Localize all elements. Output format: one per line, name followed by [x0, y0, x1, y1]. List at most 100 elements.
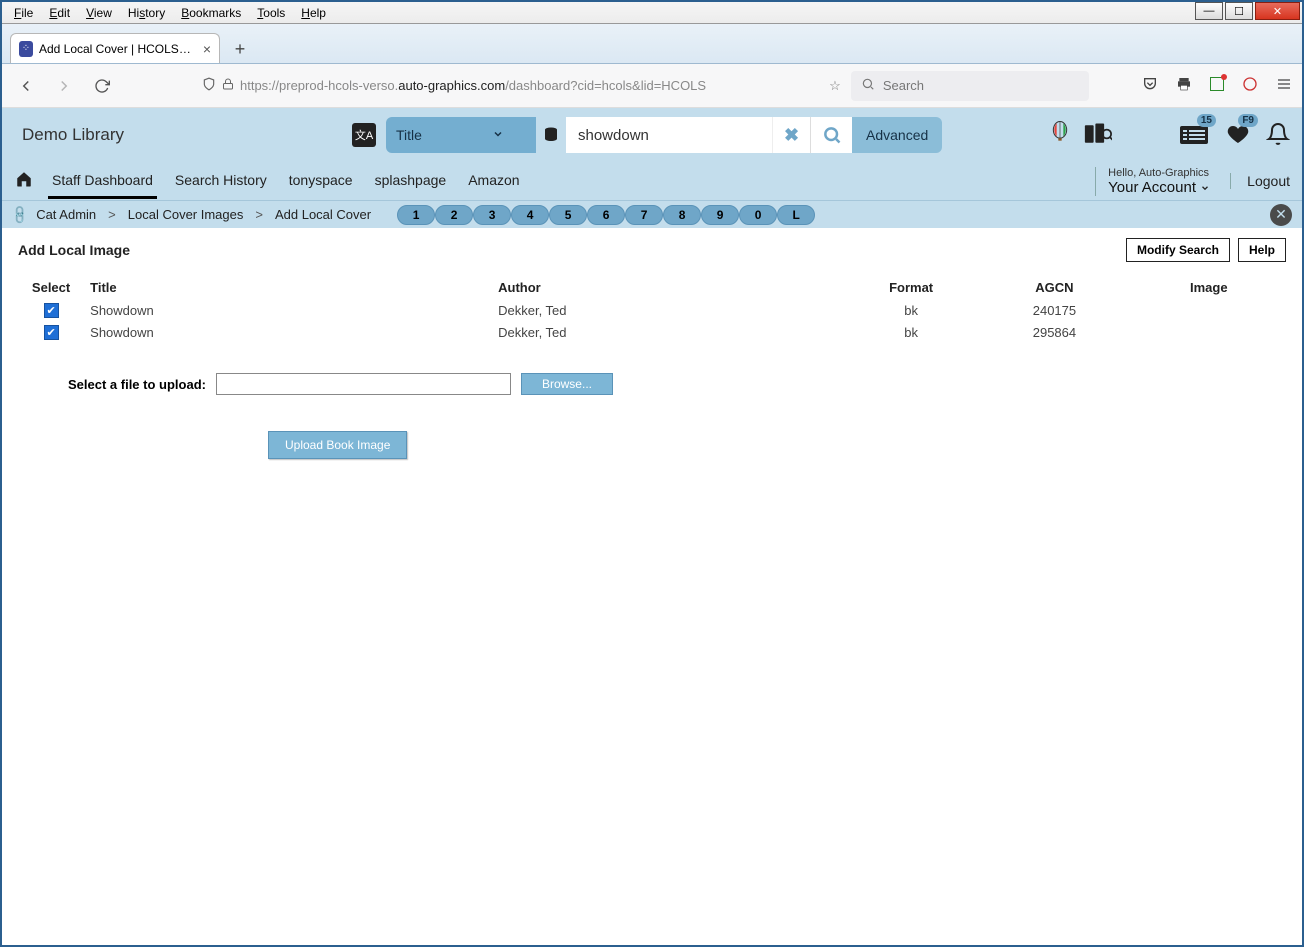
resources-icon[interactable]	[1084, 121, 1112, 150]
nav-amazon[interactable]: Amazon	[464, 164, 523, 199]
extension-icon-2[interactable]	[1242, 76, 1258, 95]
cell-format: bk	[845, 299, 977, 321]
search-icon	[861, 77, 875, 94]
search-field-label: Title	[396, 127, 422, 143]
address-bar[interactable]: https://preprod-hcols-verso.auto-graphic…	[196, 71, 776, 101]
forward-button[interactable]	[50, 72, 78, 100]
content-header: Add Local Image Modify Search Help	[18, 238, 1286, 262]
results-table: Select Title Author Format AGCN Image ✔ …	[18, 276, 1286, 343]
menu-history[interactable]: History	[120, 4, 173, 22]
bell-icon[interactable]	[1266, 121, 1290, 150]
window-close-button[interactable]: ✕	[1255, 2, 1300, 20]
crumb-cat-admin[interactable]: Cat Admin	[36, 207, 96, 222]
logout-link[interactable]: Logout	[1230, 173, 1290, 189]
page-3[interactable]: 3	[473, 205, 511, 225]
modify-search-button[interactable]: Modify Search	[1126, 238, 1230, 262]
advanced-search-button[interactable]: Advanced	[852, 117, 942, 153]
page-8[interactable]: 8	[663, 205, 701, 225]
menu-edit[interactable]: Edit	[41, 4, 78, 22]
heart-badge: F9	[1238, 114, 1258, 127]
page-7[interactable]: 7	[625, 205, 663, 225]
page-9[interactable]: 9	[701, 205, 739, 225]
search-placeholder: Search	[883, 78, 924, 93]
page-4[interactable]: 4	[511, 205, 549, 225]
page-2[interactable]: 2	[435, 205, 473, 225]
menu-tools[interactable]: Tools	[249, 4, 293, 22]
clear-search-button[interactable]: ✖	[772, 117, 810, 153]
menu-file[interactable]: File	[6, 4, 41, 22]
greeting-text: Hello, Auto-Graphics	[1108, 167, 1210, 179]
window-maximize-button[interactable]: ☐	[1225, 2, 1253, 20]
page-5[interactable]: 5	[549, 205, 587, 225]
row-checkbox[interactable]: ✔	[44, 325, 59, 340]
cell-agcn: 295864	[977, 321, 1131, 343]
crumb-add-local-cover[interactable]: Add Local Cover	[275, 207, 371, 222]
page-6[interactable]: 6	[587, 205, 625, 225]
col-agcn: AGCN	[977, 276, 1131, 299]
upload-book-image-button[interactable]: Upload Book Image	[268, 431, 407, 459]
main-content: Add Local Image Modify Search Help Selec…	[2, 228, 1302, 469]
close-breadcrumb-button[interactable]: ✕	[1270, 204, 1292, 226]
upload-row: Select a file to upload: Browse...	[18, 373, 1286, 395]
browse-button[interactable]: Browse...	[521, 373, 613, 395]
upload-label: Select a file to upload:	[68, 377, 206, 392]
window-minimize-button[interactable]: —	[1195, 2, 1223, 20]
crumb-local-cover-images[interactable]: Local Cover Images	[128, 207, 244, 222]
menu-bookmarks[interactable]: Bookmarks	[173, 4, 249, 22]
bookmark-star-icon[interactable]: ☆	[829, 78, 841, 94]
search-field-dropdown[interactable]: Title	[386, 117, 536, 153]
nav-tonyspace[interactable]: tonyspace	[285, 164, 357, 199]
page-L[interactable]: L	[777, 205, 815, 225]
page-1[interactable]: 1	[397, 205, 435, 225]
cell-author: Dekker, Ted	[492, 321, 845, 343]
app-header: Demo Library 文A Title ✖ Advanced 1	[2, 108, 1302, 162]
menu-help[interactable]: Help	[293, 4, 334, 22]
nav-staff-dashboard[interactable]: Staff Dashboard	[48, 164, 157, 199]
heart-icon[interactable]: F9	[1224, 122, 1252, 149]
new-tab-button[interactable]: +	[226, 35, 254, 63]
translate-icon[interactable]: 文A	[352, 123, 376, 147]
hamburger-menu-icon[interactable]	[1276, 76, 1292, 95]
reload-button[interactable]	[88, 72, 116, 100]
chevron-down-icon	[492, 127, 504, 143]
search-submit-button[interactable]	[810, 117, 852, 153]
col-title: Title	[84, 276, 492, 299]
catalog-search-input[interactable]	[566, 117, 772, 153]
home-icon[interactable]	[14, 170, 34, 193]
catalog-search-group: Title ✖ Advanced	[386, 117, 942, 153]
help-button[interactable]: Help	[1238, 238, 1286, 262]
file-path-input[interactable]	[216, 373, 511, 395]
url-bar-row: https://preprod-hcols-verso.auto-graphic…	[2, 64, 1302, 108]
browser-tab[interactable]: ⁘ Add Local Cover | HCOLS | HCO ×	[10, 33, 220, 63]
chain-icon: 🔗	[9, 203, 32, 226]
database-icon[interactable]	[536, 125, 566, 145]
account-dropdown[interactable]: Your Account	[1108, 179, 1210, 196]
brand-title: Demo Library	[22, 125, 342, 145]
table-row: ✔ Showdown Dekker, Ted bk 295864	[18, 321, 1286, 343]
cell-title: Showdown	[84, 299, 492, 321]
col-select: Select	[18, 276, 84, 299]
nav-search-history[interactable]: Search History	[171, 164, 271, 199]
browser-search-box[interactable]: Search	[851, 71, 1089, 101]
balloon-icon[interactable]	[1050, 121, 1070, 150]
cell-agcn: 240175	[977, 299, 1131, 321]
print-icon[interactable]	[1176, 76, 1192, 95]
account-block: Hello, Auto-Graphics Your Account Logout	[1095, 167, 1290, 196]
nav-splashpage[interactable]: splashpage	[371, 164, 451, 199]
pocket-icon[interactable]	[1142, 76, 1158, 95]
list-badge: 15	[1197, 114, 1216, 127]
lock-icon	[222, 77, 234, 94]
col-image: Image	[1132, 276, 1286, 299]
extension-icon-1[interactable]	[1210, 77, 1224, 94]
favicon-icon: ⁘	[19, 41, 33, 57]
url-text: https://preprod-hcols-verso.auto-graphic…	[240, 78, 706, 93]
menu-view[interactable]: View	[78, 4, 120, 22]
tab-close-button[interactable]: ×	[203, 41, 211, 57]
back-button[interactable]	[12, 72, 40, 100]
page-0[interactable]: 0	[739, 205, 777, 225]
nav-row: Staff Dashboard Search History tonyspace…	[2, 162, 1302, 200]
row-checkbox[interactable]: ✔	[44, 303, 59, 318]
list-icon[interactable]: 15	[1180, 122, 1210, 149]
col-author: Author	[492, 276, 845, 299]
header-icons: 15 F9	[1050, 121, 1290, 150]
